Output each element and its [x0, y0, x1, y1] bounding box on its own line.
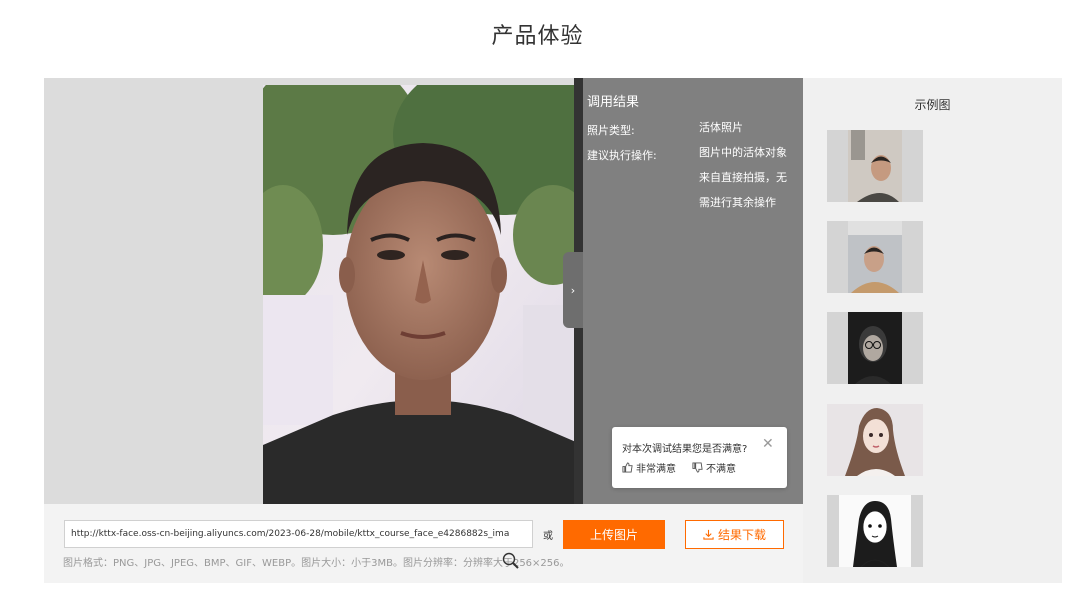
close-icon[interactable]: ✕	[762, 437, 774, 451]
feedback-popup: 对本次调试结果您是否满意? ✕ 非常满意 不满意	[612, 427, 787, 488]
photo-type-value: 活体照片	[699, 115, 799, 140]
suggested-action-value: 图片中的活体对象 来自直接拍摄，无 需进行其余操作	[699, 140, 799, 215]
unsatisfied-label: 不满意	[706, 464, 736, 475]
upload-image-button[interactable]: 上传图片	[563, 520, 665, 549]
thumbs-up-icon	[622, 462, 633, 473]
sample-thumb-2[interactable]	[827, 221, 923, 293]
sample-thumb-5[interactable]	[827, 495, 923, 567]
or-text: 或	[543, 531, 553, 542]
sample-thumb-4[interactable]	[827, 404, 923, 476]
download-label: 结果下载	[717, 528, 766, 542]
magnifier-cursor-icon	[502, 552, 520, 574]
chevron-right-icon: ›	[570, 283, 576, 297]
unsatisfied-button[interactable]: 不满意	[692, 460, 736, 475]
sample-thumb-1[interactable]	[827, 130, 923, 202]
upload-hint: 图片格式：PNG、JPG、JPEG、BMP、GIF、WEBP。图片大小：小于3M…	[63, 558, 570, 569]
samples-title: 示例图	[914, 98, 951, 112]
suggested-action-line: 图片中的活体对象	[699, 146, 787, 159]
image-url-input[interactable]	[64, 520, 533, 548]
collapse-toggle[interactable]: ›	[563, 252, 583, 328]
suggested-action-line: 需进行其余操作	[699, 196, 776, 209]
result-title: 调用结果	[587, 95, 640, 110]
feedback-question: 对本次调试结果您是否满意?	[622, 444, 748, 455]
photo-type-value-line: 活体照片	[699, 121, 743, 134]
photo-type-label: 照片类型:	[587, 124, 635, 137]
satisfied-label: 非常满意	[636, 464, 676, 475]
suggested-action-line: 来自直接拍摄，无	[699, 171, 787, 184]
satisfied-button[interactable]: 非常满意	[622, 460, 676, 475]
sample-thumb-3[interactable]	[827, 312, 923, 384]
page-title: 产品体验	[491, 24, 584, 49]
download-result-button[interactable]: 结果下载	[685, 520, 784, 549]
uploaded-photo	[263, 85, 583, 504]
download-icon	[703, 529, 714, 540]
suggested-action-label: 建议执行操作:	[587, 149, 657, 162]
thumbs-down-icon	[692, 462, 703, 473]
